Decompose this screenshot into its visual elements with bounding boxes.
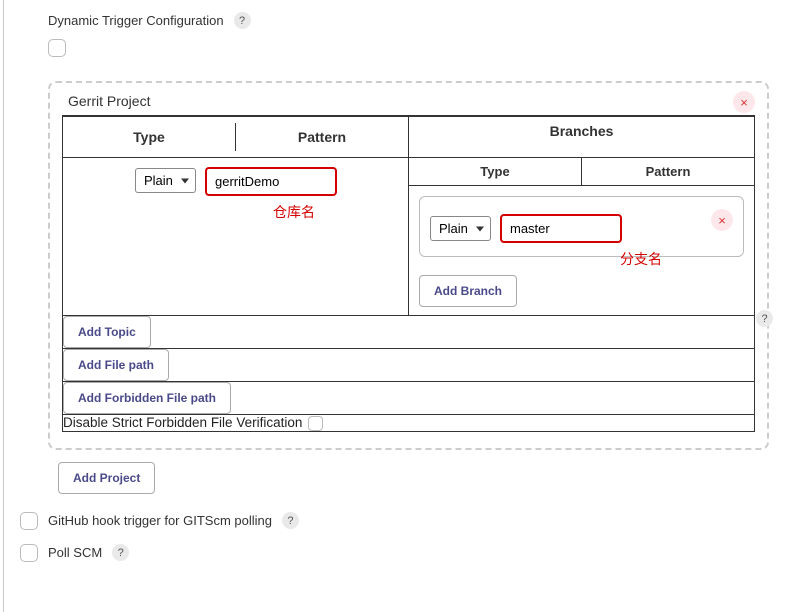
gerrit-project-table: Type Pattern Branches Plain xyxy=(62,115,755,432)
section-divider xyxy=(3,0,4,612)
remove-branch-button[interactable]: × xyxy=(711,209,733,231)
poll-scm-row: Poll SCM ? xyxy=(20,544,789,562)
help-icon[interactable]: ? xyxy=(282,512,299,529)
github-hook-checkbox[interactable] xyxy=(20,512,38,530)
disable-strict-checkbox[interactable] xyxy=(308,416,323,431)
project-pattern-cell: Plain 仓库名 xyxy=(63,158,408,284)
github-hook-row: GitHub hook trigger for GITScm polling ? xyxy=(20,512,789,530)
branch-th-type: Type xyxy=(409,158,582,185)
branch-entry: × Plain 分支名 xyxy=(419,196,744,257)
poll-scm-checkbox[interactable] xyxy=(20,544,38,562)
th-branches: Branches xyxy=(409,116,755,158)
dynamic-trigger-label: Dynamic Trigger Configuration xyxy=(48,13,224,28)
add-file-path-button[interactable]: Add File path xyxy=(63,349,169,381)
branch-type-select[interactable]: Plain xyxy=(430,216,491,241)
github-hook-label: GitHub hook trigger for GITScm polling xyxy=(48,513,272,528)
poll-scm-label: Poll SCM xyxy=(48,545,102,560)
dynamic-trigger-checkbox[interactable] xyxy=(48,39,66,57)
annotation-repo: 仓库名 xyxy=(273,202,315,222)
help-icon[interactable]: ? xyxy=(112,544,129,561)
add-project-button[interactable]: Add Project xyxy=(58,462,155,494)
remove-project-button[interactable]: × xyxy=(733,91,755,113)
branch-pattern-input[interactable] xyxy=(501,215,621,242)
annotation-branch: 分支名 xyxy=(620,249,662,269)
project-header-left: Type Pattern xyxy=(63,116,409,158)
dynamic-trigger-row: Dynamic Trigger Configuration ? xyxy=(48,12,789,29)
th-pattern: Pattern xyxy=(236,123,408,151)
add-topic-button[interactable]: Add Topic xyxy=(63,316,151,348)
branch-th-pattern: Pattern xyxy=(582,158,754,185)
project-pattern-input[interactable] xyxy=(206,168,336,195)
project-type-select[interactable]: Plain xyxy=(135,168,196,193)
panel-help-icon[interactable]: ? xyxy=(756,310,773,327)
help-icon[interactable]: ? xyxy=(234,12,251,29)
add-forbidden-file-path-button[interactable]: Add Forbidden File path xyxy=(63,382,231,414)
add-branch-button[interactable]: Add Branch xyxy=(419,275,517,307)
gerrit-project-panel: Gerrit Project × Type Pattern Branches xyxy=(48,81,769,450)
gerrit-project-title: Gerrit Project xyxy=(68,93,755,109)
th-type: Type xyxy=(63,123,236,151)
disable-strict-label: Disable Strict Forbidden File Verificati… xyxy=(63,415,302,430)
